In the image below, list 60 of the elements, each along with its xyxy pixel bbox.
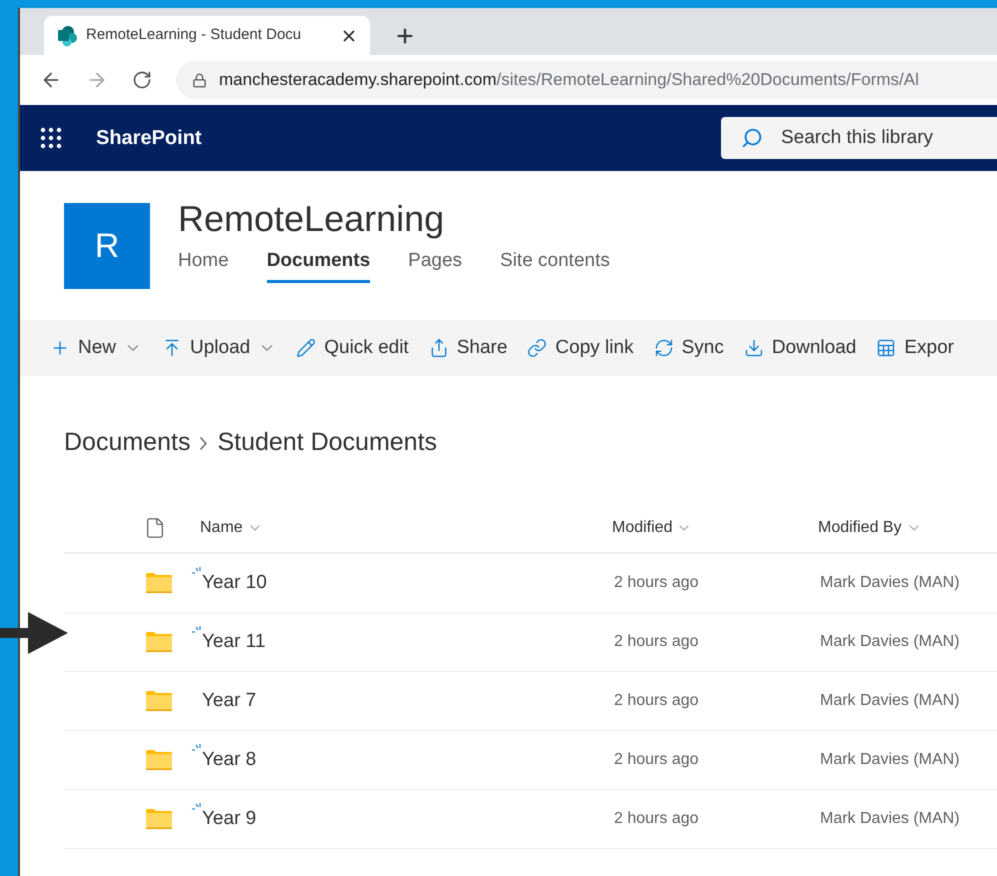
modified-by-cell-text: Mark Davies (MAN)	[820, 573, 960, 593]
site-logo: R	[64, 203, 150, 289]
chevron-right-icon	[200, 436, 208, 450]
command-button[interactable]: Copy link	[527, 334, 634, 362]
modified-cell-text: 2 hours ago	[614, 573, 700, 593]
modified-by-cell-text: Mark Davies (MAN)	[820, 691, 960, 711]
modified-cell-text: 2 hours ago	[614, 691, 700, 711]
command-button[interactable]: Quick edit	[296, 334, 409, 362]
nav-link[interactable]: Documents	[266, 247, 370, 282]
folder-icon	[146, 573, 172, 593]
breadcrumb-link[interactable]: Documents	[64, 424, 190, 462]
link-icon	[527, 338, 548, 358]
command-button[interactable]: Sync	[654, 334, 724, 362]
breadcrumb-link[interactable]: Student Documents	[217, 424, 438, 462]
browser-tab[interactable]: RemoteLearning - Student Docu	[44, 16, 370, 55]
modified-by-cell-text: Mark Davies (MAN)	[820, 632, 960, 652]
sharepoint-logo-icon	[56, 24, 78, 46]
command-button[interactable]: Download	[744, 334, 856, 362]
nav-link[interactable]: Home	[178, 247, 229, 282]
modified-by-cell-text: Mark Davies (MAN)	[820, 809, 960, 829]
command-button[interactable]: Upload	[162, 334, 276, 362]
folder-name[interactable]: Year 9	[202, 808, 256, 829]
folder-name[interactable]: Year 7	[202, 690, 256, 711]
folder-icon	[146, 691, 172, 711]
sync-icon	[654, 338, 674, 358]
tab-title: RemoteLearning - Student Docu	[86, 25, 302, 46]
url-host: manchesteracademy.sharepoint.com	[219, 70, 496, 90]
search-icon	[741, 127, 763, 149]
folder-name[interactable]: Year 8	[202, 748, 256, 770]
modified-cell-text: 2 hours ago	[614, 809, 700, 829]
folder-icon	[146, 750, 172, 770]
search-field[interactable]: Search this library	[721, 117, 997, 159]
column-header[interactable]: Modified	[612, 516, 818, 540]
folder-icon	[146, 809, 172, 829]
app-launcher-icon[interactable]	[40, 127, 62, 149]
folder-name[interactable]: Year 11	[202, 630, 266, 652]
download-icon	[744, 338, 764, 358]
file-type-icon	[144, 517, 166, 539]
command-button[interactable]: Expor	[876, 334, 954, 362]
command-button[interactable]: New	[50, 334, 142, 362]
modified-by-cell-text: Mark Davies (MAN)	[820, 750, 960, 770]
modified-cell-text: 2 hours ago	[614, 632, 700, 652]
address-bar[interactable]: manchesteracademy.sharepoint.com/sites/RemoteLearning/Shared%20Documents/Forms/Al	[176, 61, 997, 99]
share-icon	[428, 338, 449, 358]
reload-icon[interactable]	[132, 70, 152, 90]
lock-icon	[192, 72, 207, 88]
spreadsheet-icon	[876, 338, 896, 358]
nav-link[interactable]: Site contents	[500, 247, 610, 282]
folder-name[interactable]: Year 10	[202, 572, 267, 593]
app-name[interactable]: SharePoint	[96, 123, 202, 153]
folder-icon	[146, 632, 172, 652]
url-path: /sites/RemoteLearning/Shared%20Documents/Forms/Al	[496, 70, 919, 90]
nav-link[interactable]: Pages	[408, 247, 462, 282]
column-header[interactable]: Modified By	[818, 516, 922, 540]
site-title: RemoteLearning	[178, 197, 446, 241]
pointer-arrow-icon	[0, 612, 68, 654]
column-header[interactable]: Name	[200, 516, 612, 540]
modified-cell-text: 2 hours ago	[614, 750, 700, 770]
command-button[interactable]: Share	[428, 334, 508, 362]
pencil-icon	[296, 338, 316, 358]
